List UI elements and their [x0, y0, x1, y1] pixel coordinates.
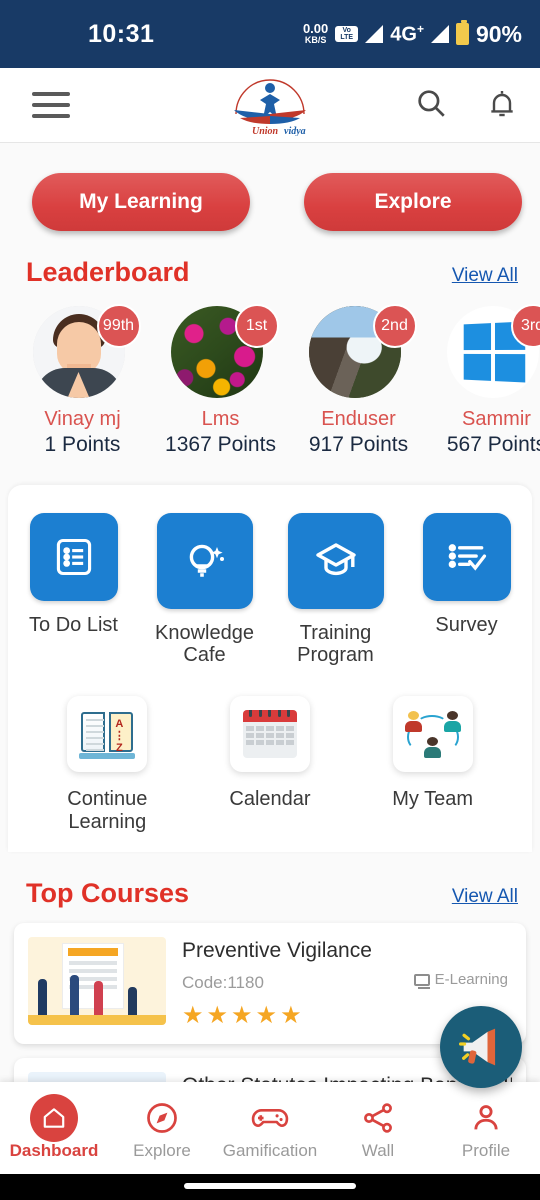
rank-badge: 1st	[234, 304, 279, 348]
nav-item-wall[interactable]: Wall	[324, 1095, 432, 1161]
tile-label: Training Program	[297, 622, 374, 666]
status-bar-indicators: 0.00 KB/S Vo LTE 4G+ 90%	[303, 20, 522, 48]
gesture-navigation-bar[interactable]	[0, 1174, 540, 1200]
tile-survey[interactable]: Survey	[407, 513, 527, 637]
tile-to-do-list[interactable]: To Do List	[14, 513, 134, 637]
tile-label: Survey	[435, 614, 498, 636]
bell-icon[interactable]	[486, 86, 518, 125]
data-rate-indicator: 0.00 KB/S	[303, 22, 328, 45]
tile-continue-learning[interactable]: A ⋮ Z Continue Learning	[32, 696, 182, 834]
gamepad-icon	[216, 1095, 324, 1141]
monitor-icon	[413, 973, 430, 989]
leaderboard-entry[interactable]: 2nd Enduser 917 Points	[302, 304, 417, 457]
nav-item-gamification[interactable]: Gamification	[216, 1095, 324, 1161]
quick-actions-card: To Do List Knowledge Cafe Training Progr…	[8, 485, 532, 853]
svg-text:Union: Union	[252, 126, 279, 136]
course-mode-label: E-Learning	[434, 971, 508, 989]
nav-label: Profile	[461, 1141, 511, 1160]
nav-item-explore[interactable]: Explore	[108, 1095, 216, 1161]
leaderboard-title: Leaderboard	[26, 257, 190, 287]
person-icon	[432, 1095, 540, 1141]
leaderboard-entry[interactable]: 3rd Sammir 567 Points	[440, 304, 540, 457]
leaderboard-list[interactable]: 99th Vinay mj 1 Points 1st Lms 1367 Poin…	[0, 288, 540, 467]
volte-top-label: Vo	[342, 26, 351, 34]
status-bar: 10:31 0.00 KB/S Vo LTE 4G+ 90%	[0, 0, 540, 68]
nav-item-dashboard[interactable]: Dashboard	[0, 1094, 108, 1161]
app-bar-actions	[414, 86, 518, 125]
tile-label: Knowledge Cafe	[155, 622, 254, 666]
leaderboard-view-all-link[interactable]: View All	[452, 265, 518, 287]
my-learning-button[interactable]: My Learning	[32, 173, 250, 231]
battery-icon	[455, 20, 469, 45]
svg-text:vidya: vidya	[284, 126, 306, 136]
network-type-label: 4G+	[390, 21, 424, 46]
rank-badge: 99th	[96, 304, 141, 348]
signal-bars-icon-2	[430, 25, 449, 43]
bottom-navigation: Dashboard Explore Gamification Wall Prof…	[0, 1082, 540, 1174]
leaderboard-entry[interactable]: 1st Lms 1367 Points	[164, 304, 279, 457]
home-icon	[0, 1094, 108, 1142]
leaderboard-points: 1367 Points	[165, 433, 276, 456]
app-bar: Union vidya	[0, 68, 540, 143]
leaderboard-name: Enduser	[321, 408, 396, 430]
course-mode-badge: E-Learning	[413, 971, 508, 989]
nav-label: Explore	[133, 1141, 191, 1160]
volte-bottom-label: LTE	[340, 34, 354, 41]
battery-percent: 90%	[475, 20, 522, 47]
top-action-buttons: My Learning Explore	[0, 143, 540, 231]
team-network-icon	[392, 696, 473, 773]
leaderboard-entry[interactable]: 99th Vinay mj 1 Points	[26, 304, 141, 457]
graduation-cap-icon	[287, 513, 384, 609]
status-bar-clock: 10:31	[88, 19, 155, 48]
open-book-icon: A ⋮ Z	[67, 696, 148, 773]
tile-knowledge-cafe[interactable]: Knowledge Cafe	[145, 513, 265, 666]
nav-label: Gamification	[222, 1141, 318, 1160]
announcement-fab[interactable]	[440, 1006, 522, 1088]
explore-button[interactable]: Explore	[304, 173, 522, 231]
calendar-icon	[229, 696, 310, 773]
compass-icon	[108, 1095, 216, 1141]
top-courses-header: Top Courses View All	[0, 852, 540, 909]
leaderboard-points: 567 Points	[446, 433, 540, 456]
nav-item-profile[interactable]: Profile	[432, 1095, 540, 1161]
leaderboard-header: Leaderboard View All	[0, 231, 540, 288]
nav-label: Wall	[361, 1141, 395, 1160]
signal-bars-icon-1	[365, 25, 384, 43]
checklist-card-icon	[29, 513, 118, 601]
data-rate-value: 0.00	[302, 21, 329, 37]
leaderboard-name: Sammir	[462, 408, 531, 430]
quick-tiles-row-primary: To Do List Knowledge Cafe Training Progr…	[8, 513, 532, 666]
tile-label: To Do List	[29, 614, 118, 636]
tile-my-team[interactable]: My Team	[358, 696, 508, 834]
leaderboard-name: Vinay mj	[44, 408, 121, 430]
tile-training-program[interactable]: Training Program	[276, 513, 396, 666]
top-courses-title: Top Courses	[26, 878, 190, 909]
leaderboard-points: 1 Points	[44, 433, 121, 456]
volte-icon: Vo LTE	[335, 25, 359, 43]
tile-label: Continue Learning	[67, 788, 148, 834]
hamburger-menu-icon[interactable]	[32, 92, 70, 118]
tile-label: Calendar	[229, 788, 311, 811]
course-title: Preventive Vigilance	[182, 939, 372, 963]
lightbulb-idea-icon	[156, 513, 253, 609]
share-icon	[324, 1095, 432, 1141]
tile-calendar[interactable]: Calendar	[195, 696, 345, 834]
quick-tiles-row-secondary: A ⋮ Z Continue Learning Calendar My Team	[8, 696, 532, 834]
course-thumbnail	[28, 937, 166, 1026]
app-logo: Union vidya	[222, 74, 318, 137]
survey-checklist-icon	[422, 513, 511, 601]
nav-label: Dashboard	[9, 1141, 99, 1160]
app-screen: 10:31 0.00 KB/S Vo LTE 4G+ 90% Union vid…	[0, 0, 540, 1200]
data-rate-unit: KB/S	[304, 35, 327, 46]
leaderboard-points: 917 Points	[308, 433, 409, 456]
search-icon[interactable]	[414, 86, 448, 125]
top-courses-view-all-link[interactable]: View All	[452, 886, 518, 908]
tile-label: My Team	[392, 788, 474, 811]
leaderboard-name: Lms	[201, 408, 240, 430]
rank-badge: 2nd	[372, 304, 417, 348]
